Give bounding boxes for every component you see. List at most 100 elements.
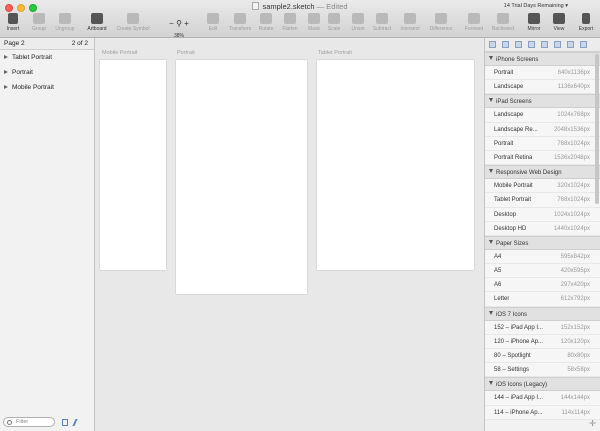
preset-row[interactable]: 58 – Settings 58x58px [485, 363, 600, 378]
distribute-vertical-icon[interactable] [541, 41, 548, 48]
preset-name: Portrait Retina [494, 154, 533, 161]
distribute-horizontal-icon[interactable] [528, 41, 535, 48]
preset-row[interactable]: A6 297x420px [485, 278, 600, 293]
preset-section-header[interactable]: iOS Icons (Legacy) [485, 377, 600, 392]
intersect-button[interactable]: Intersect [396, 13, 424, 37]
zoom-control[interactable]: − ⚲ +38% [166, 13, 192, 39]
preset-row[interactable]: 144 – iPad App I... 144x144px [485, 391, 600, 406]
mask-button[interactable]: Mask [305, 13, 323, 37]
disclosure-triangle-icon[interactable] [489, 239, 493, 244]
edit-button[interactable]: Edit [204, 13, 222, 37]
preset-section-header[interactable]: iPhone Screens [485, 52, 600, 66]
transform-button[interactable]: Transform [225, 13, 255, 37]
preset-row[interactable]: Mobile Portrait 320x1024px [485, 179, 600, 194]
layers-panel: Page 2 2 of 2 Tablet Portrait Portrait Mo… [0, 38, 95, 431]
preset-name: 152 – iPad App I... [494, 324, 544, 331]
preset-section-header[interactable]: iPad Screens [485, 94, 600, 109]
group-button[interactable]: Group [28, 13, 50, 37]
forward-button[interactable]: Forward [462, 13, 486, 37]
title-toolbar: sample2.sketch — Edited 14 Trial Days Re… [0, 0, 600, 39]
disclosure-triangle-icon[interactable] [4, 55, 8, 59]
export-icon [582, 13, 590, 24]
filter-input[interactable]: Filter [3, 417, 55, 427]
mirror-button[interactable]: Mirror [524, 13, 544, 37]
disclosure-triangle-icon[interactable] [4, 85, 8, 89]
preset-row[interactable]: Landscape 1024x768px [485, 108, 600, 123]
preset-size: 120x120px [560, 338, 590, 345]
preset-name: Mobile Portrait [494, 183, 533, 190]
scale-button[interactable]: Scale [325, 13, 343, 37]
add-preset-icon[interactable]: ✛ [589, 419, 596, 428]
preset-row[interactable]: 80 – Spotlight 80x80px [485, 349, 600, 364]
canvas[interactable]: Mobile Portrait Portrait Tablet Portrait [96, 38, 484, 431]
disclosure-triangle-icon[interactable] [489, 169, 493, 174]
insert-button[interactable]: Insert [3, 13, 23, 37]
flatten-icon [284, 13, 296, 24]
disclosure-triangle-icon[interactable] [489, 381, 493, 386]
preset-row[interactable]: Letter 612x792px [485, 292, 600, 307]
scrollbar[interactable] [595, 54, 599, 204]
preset-section-header[interactable]: Responsive Web Design [485, 165, 600, 180]
preset-name: Desktop [494, 211, 517, 218]
ungroup-button[interactable]: Ungroup [52, 13, 78, 37]
artboard-label[interactable]: Tablet Portrait [318, 50, 352, 56]
preset-name: 144 – iPad App I... [494, 395, 544, 402]
preset-row[interactable]: Desktop 1024x1024px [485, 207, 600, 222]
align-top-icon[interactable] [554, 41, 561, 48]
layer-item[interactable]: Tablet Portrait [0, 50, 94, 65]
mask-icon [308, 13, 320, 24]
preset-row[interactable]: Portrait 640x1136px [485, 66, 600, 81]
page-selector[interactable]: Page 2 2 of 2 [0, 38, 94, 50]
backward-button[interactable]: Backward [488, 13, 518, 37]
rotate-button[interactable]: Rotate [256, 13, 276, 37]
preset-size: 1136x640px [557, 84, 590, 91]
view-button[interactable]: View [549, 13, 569, 37]
preset-size: 114x114px [561, 409, 590, 416]
preset-name: Desktop HD [494, 225, 527, 232]
layer-item[interactable]: Mobile Portrait [0, 80, 94, 95]
artboard-label[interactable]: Portrait [177, 50, 195, 56]
disclosure-triangle-icon[interactable] [4, 70, 8, 74]
subtract-button[interactable]: Subtract [370, 13, 394, 37]
preset-section-header[interactable]: Paper Sizes [485, 235, 600, 250]
flatten-button[interactable]: Flatten [279, 13, 301, 37]
preset-row[interactable]: Portrait Retina 1536x2048px [485, 150, 600, 166]
preset-row[interactable]: Tablet Portrait 768x1024px [485, 193, 600, 208]
align-center-icon[interactable] [502, 41, 509, 48]
artboard-portrait[interactable] [176, 60, 307, 294]
pen-filter-icon[interactable] [72, 419, 82, 426]
disclosure-triangle-icon[interactable] [489, 98, 493, 103]
preset-section-header[interactable]: iOS 7 Icons [485, 306, 600, 321]
disclosure-triangle-icon[interactable] [489, 310, 493, 315]
preset-row[interactable]: A4 595x842px [485, 249, 600, 265]
preset-row[interactable]: Landscape Re... 2048x1536px [485, 122, 600, 137]
create-symbol-button[interactable]: Create Symbol [112, 13, 154, 37]
artboard-label[interactable]: Mobile Portrait [102, 50, 137, 56]
export-button[interactable]: Export [576, 13, 596, 37]
preset-size: 80x80px [567, 353, 590, 359]
align-right-icon[interactable] [515, 41, 522, 48]
align-left-icon[interactable] [489, 41, 496, 48]
difference-button[interactable]: Difference [426, 13, 456, 37]
disclosure-triangle-icon[interactable] [489, 56, 493, 60]
preset-row[interactable]: A5 420x595px [485, 264, 600, 279]
union-button[interactable]: Union [348, 13, 368, 37]
artboard-button[interactable]: Artboard [84, 13, 110, 37]
page-count: 2 of 2 [71, 40, 88, 47]
preset-row[interactable]: 120 – iPhone Ap... 120x120px [485, 334, 600, 349]
preset-row[interactable]: 114 – iPhone Ap... 114x114px [485, 405, 600, 420]
artboard-tablet-portrait[interactable] [317, 60, 474, 270]
preset-row[interactable]: Landscape 1136x640px [485, 80, 600, 95]
preset-row[interactable]: 152 – iPad App I... 152x152px [485, 320, 600, 335]
align-bottom-icon[interactable] [580, 41, 587, 48]
artboard-mobile-portrait[interactable] [100, 60, 166, 270]
preset-row[interactable]: Desktop HD 1440x1024px [485, 221, 600, 236]
preset-size: 595x842px [560, 253, 590, 260]
align-middle-icon[interactable] [567, 41, 574, 48]
intersect-icon [404, 13, 416, 24]
trial-notice[interactable]: 14 Trial Days Remaining ▾ [504, 3, 568, 9]
slice-filter-icon[interactable] [62, 419, 68, 426]
symbol-icon [127, 13, 139, 24]
layer-item[interactable]: Portrait [0, 65, 94, 80]
preset-row[interactable]: Portrait 768x1024px [485, 136, 600, 151]
